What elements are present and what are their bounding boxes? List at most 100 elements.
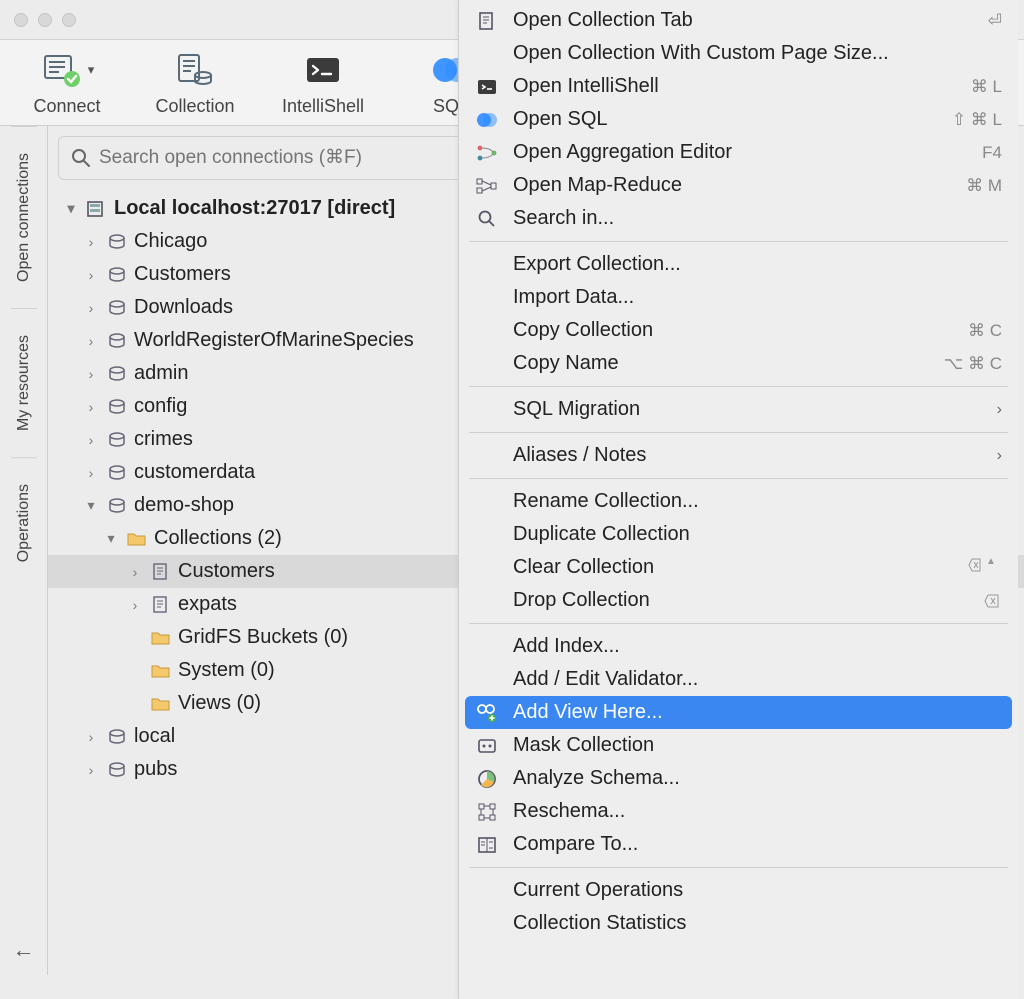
ctx-label: Aliases / Notes [513,444,985,467]
db-label: customerdata [134,461,255,484]
ctx-label: Drop Collection [513,589,972,612]
ctx-label: Open Collection With Custom Page Size... [513,42,1002,65]
intellishell-label: IntelliShell [282,96,364,117]
db-label: local [134,725,175,748]
ctx-label: Import Data... [513,286,1002,309]
search-icon [473,209,501,229]
db-label: Downloads [134,296,233,319]
tab-operations[interactable]: Operations [11,457,37,588]
ctx-open-collection-tab[interactable]: Open Collection Tab ⏎ [465,4,1012,37]
ctx-label: Add View Here... [513,701,1002,724]
ctx-label: Add Index... [513,635,1002,658]
ctx-label: Copy Collection [513,319,956,342]
chevron-right-icon: › [82,465,100,481]
ctx-rename-collection[interactable]: Rename Collection... [465,485,1012,518]
ctx-label: Compare To... [513,833,1002,856]
folder-icon [126,529,148,549]
ctx-copy-collection[interactable]: Copy Collection⌘ C [465,314,1012,347]
ctx-open-sql[interactable]: Open SQL ⇧ ⌘ L [465,103,1012,136]
ctx-open-aggregation[interactable]: Open Aggregation Editor F4 [465,136,1012,169]
ctx-export-collection[interactable]: Export Collection... [465,248,1012,281]
chevron-right-icon: › [82,267,100,283]
db-label: demo-shop [134,494,234,517]
ctx-clear-collection[interactable]: Clear Collection ▲ [465,551,1012,584]
reschema-icon [473,802,501,822]
traffic-zoom[interactable] [62,13,76,27]
ctx-collection-statistics[interactable]: Collection Statistics [465,907,1012,940]
database-icon [106,298,128,318]
tab-my-resources[interactable]: My resources [11,308,37,457]
db-label: WorldRegisterOfMarineSpecies [134,329,414,352]
ctx-copy-name[interactable]: Copy Name⌥ ⌘ C [465,347,1012,380]
search-icon [71,148,91,168]
ctx-add-validator[interactable]: Add / Edit Validator... [465,663,1012,696]
ctx-label: Reschema... [513,800,1002,823]
tab-open-connections[interactable]: Open connections [11,126,37,308]
ctx-label: Open Collection Tab [513,9,976,32]
svg-text:▲: ▲ [986,557,996,567]
chevron-right-icon: › [126,564,144,580]
sql-icon [473,111,501,129]
ctx-aliases-notes[interactable]: Aliases / Notes› [465,439,1012,472]
back-arrow-icon[interactable]: ← [13,937,35,963]
ctx-label: Clear Collection [513,556,956,579]
intellishell-button[interactable]: IntelliShell [268,50,378,117]
ctx-import-data[interactable]: Import Data... [465,281,1012,314]
database-icon [106,760,128,780]
connect-label: Connect [33,96,100,117]
ctx-reschema[interactable]: Reschema... [465,795,1012,828]
collection-label: expats [178,593,237,616]
ctx-label: Open IntelliShell [513,75,959,98]
database-icon [106,331,128,351]
ctx-shortcut: ⏎ [988,11,1002,31]
database-icon [106,496,128,516]
connect-button[interactable]: ▾ Connect [12,50,122,117]
db-label: crimes [134,428,193,451]
ctx-label: Search in... [513,207,1002,230]
connect-dropdown-caret[interactable]: ▾ [88,62,95,78]
ctx-clear-badge: ▲ [968,557,1002,578]
ctx-label: Open SQL [513,108,940,131]
database-icon [106,232,128,252]
folder-label: Views (0) [178,692,261,715]
ctx-analyze-schema[interactable]: Analyze Schema... [465,762,1012,795]
chevron-right-icon: › [82,234,100,250]
ctx-shortcut: ⇧ ⌘ L [952,110,1002,130]
db-label: admin [134,362,188,385]
connect-icon [40,50,84,90]
ctx-open-map-reduce[interactable]: Open Map-Reduce ⌘ M [465,169,1012,202]
ctx-open-custom-page-size[interactable]: Open Collection With Custom Page Size... [465,37,1012,70]
ctx-compare-to[interactable]: Compare To... [465,828,1012,861]
chevron-right-icon: › [82,300,100,316]
ctx-shortcut: ⌥ ⌘ C [944,354,1002,374]
ctx-label: Export Collection... [513,253,1002,276]
ctx-search-in[interactable]: Search in... [465,202,1012,235]
ctx-mask-collection[interactable]: Mask Collection [465,729,1012,762]
database-icon [106,463,128,483]
ctx-duplicate-collection[interactable]: Duplicate Collection [465,518,1012,551]
chevron-right-icon: › [82,399,100,415]
collection-button[interactable]: Collection [140,50,250,117]
folder-label: GridFS Buckets (0) [178,626,348,649]
ctx-add-index[interactable]: Add Index... [465,630,1012,663]
ctx-shortcut: F4 [982,143,1002,163]
collection-doc-icon [150,562,172,582]
ctx-current-operations[interactable]: Current Operations [465,874,1012,907]
document-icon [473,11,501,31]
traffic-close[interactable] [14,13,28,27]
traffic-minimize[interactable] [38,13,52,27]
ctx-sql-migration[interactable]: SQL Migration› [465,393,1012,426]
chevron-down-icon: ▾ [82,497,100,514]
folder-label: System (0) [178,659,275,682]
ctx-add-view-here[interactable]: Add View Here... [465,696,1012,729]
terminal-icon [473,78,501,96]
ctx-label: Rename Collection... [513,490,1002,513]
folder-label: Collections (2) [154,527,282,550]
ctx-open-intellishell[interactable]: Open IntelliShell ⌘ L [465,70,1012,103]
collection-icon [173,50,217,90]
chevron-down-icon: ▾ [102,530,120,547]
ctx-separator [469,241,1008,242]
ctx-drop-collection[interactable]: Drop Collection [465,584,1012,617]
ctx-label: SQL Migration [513,398,985,421]
ctx-label: Collection Statistics [513,912,1002,935]
